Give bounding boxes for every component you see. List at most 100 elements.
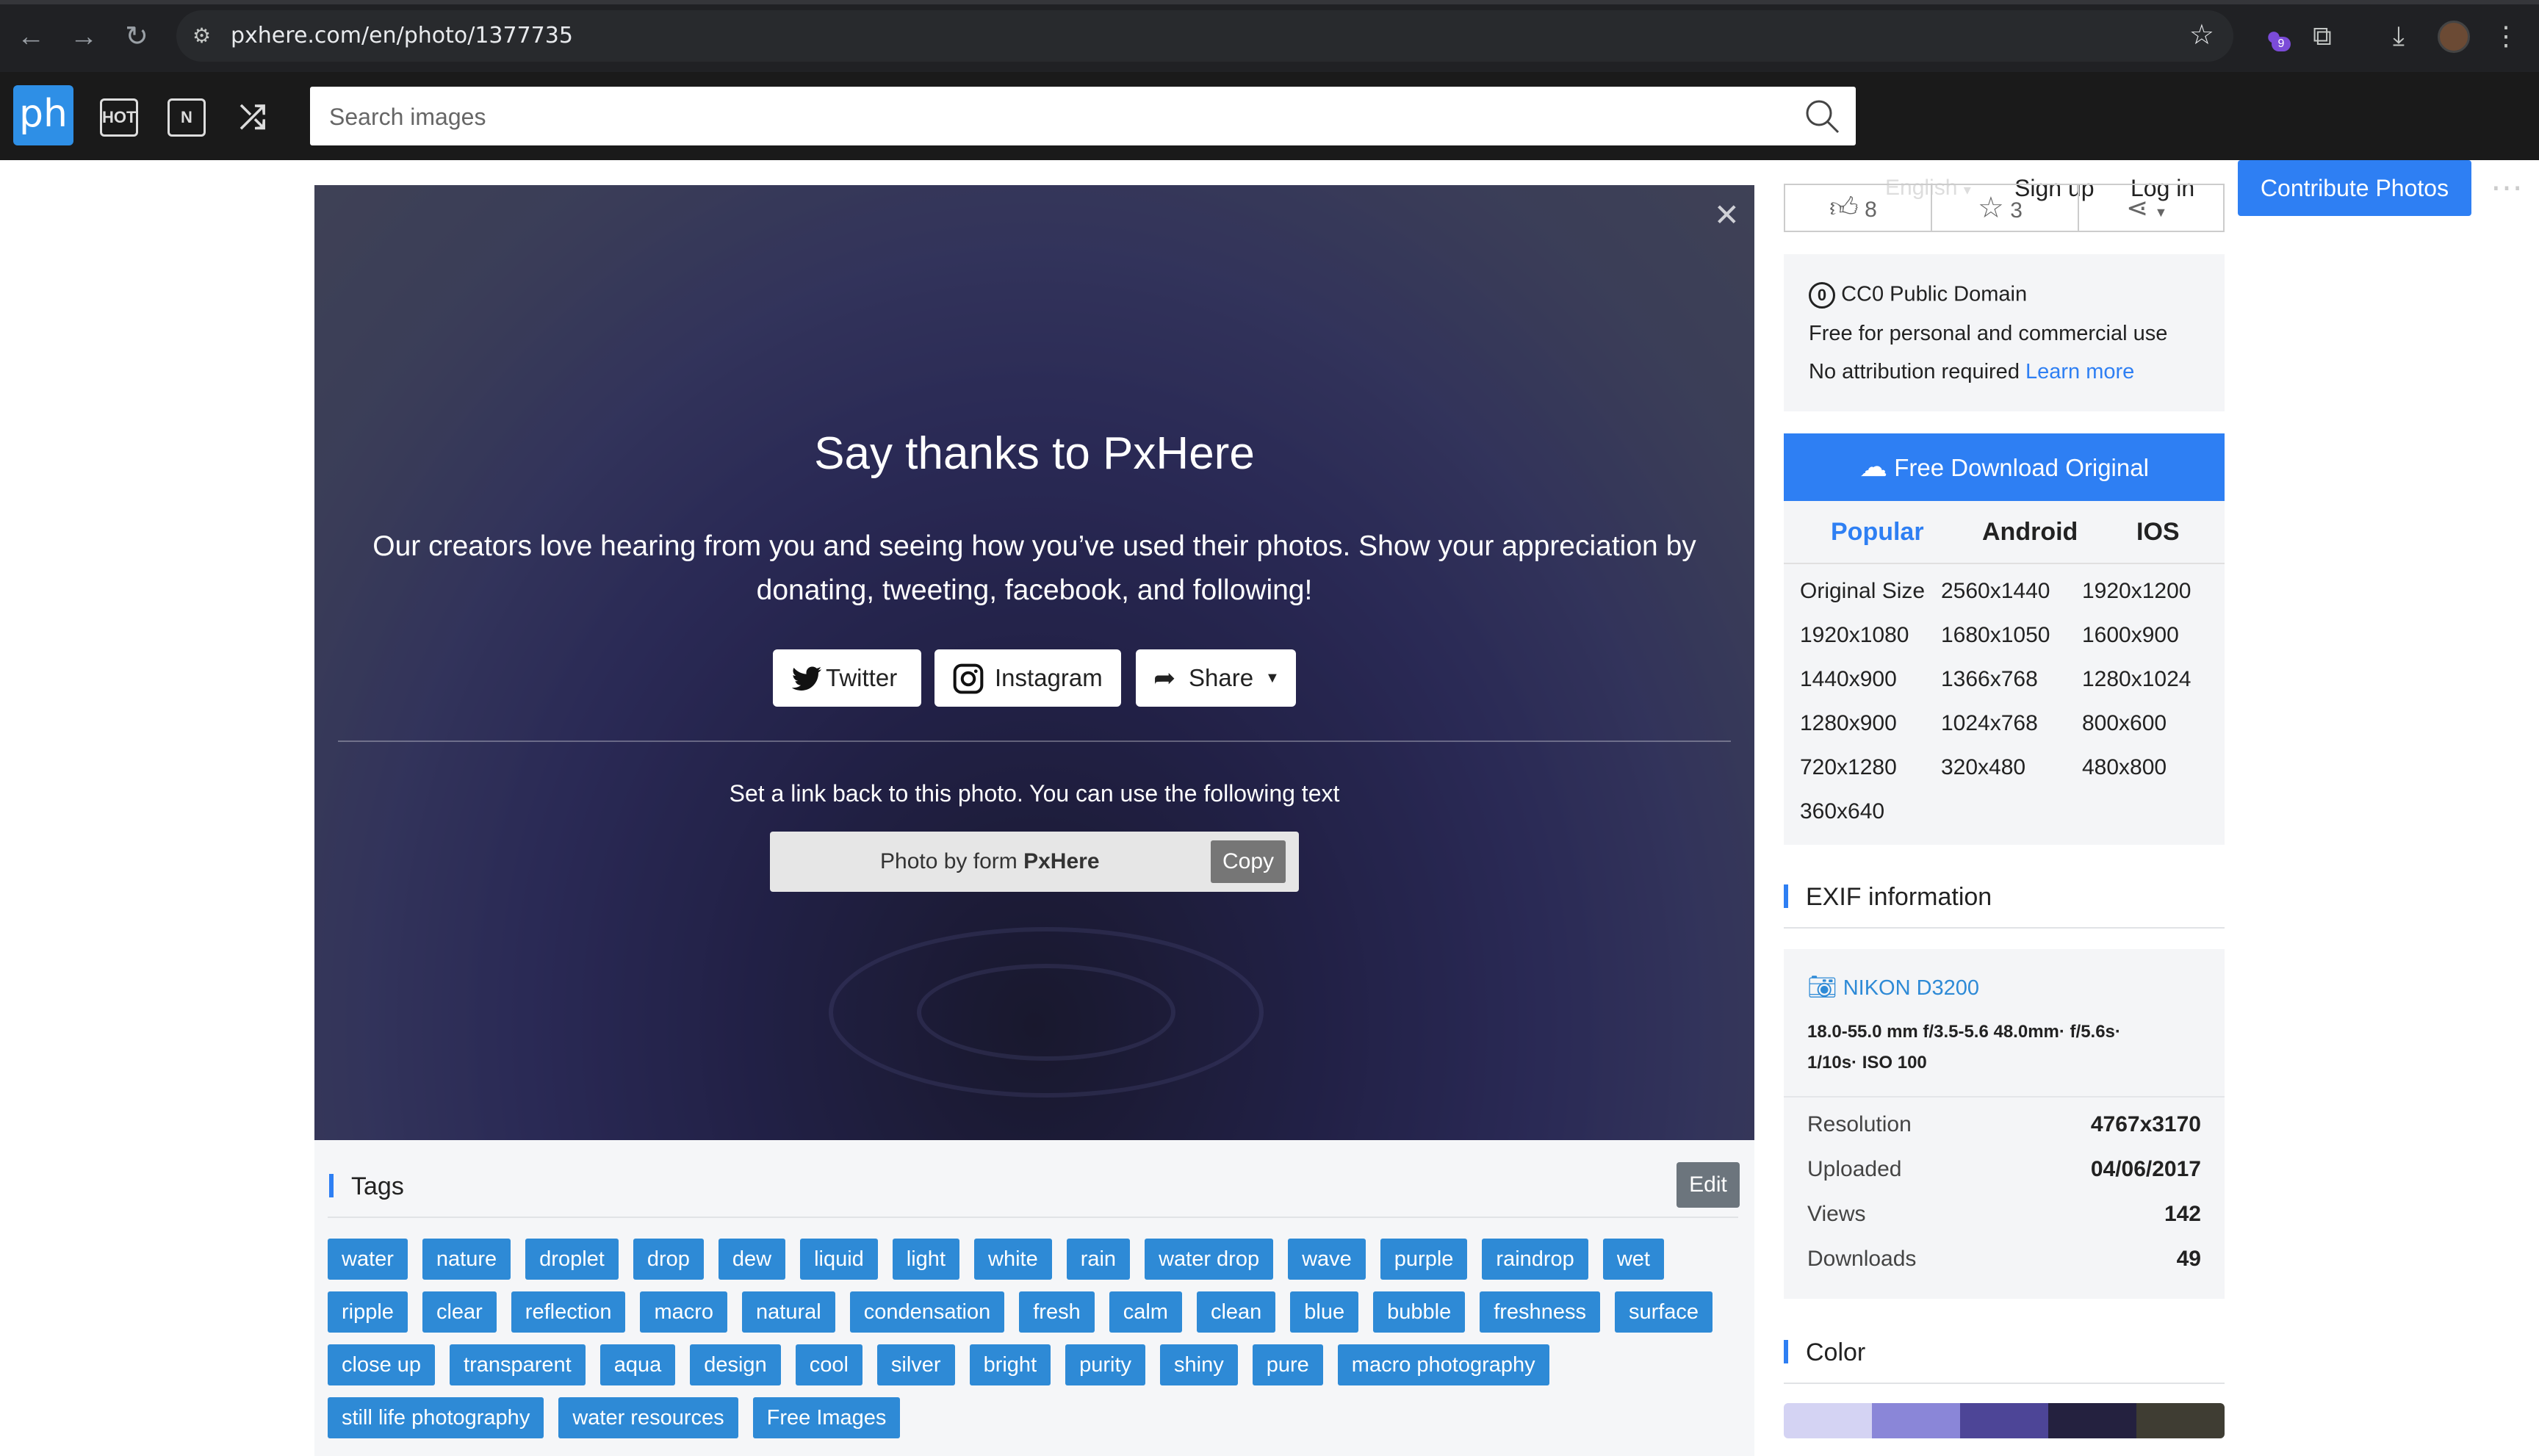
- tag-link[interactable]: silver: [876, 1344, 955, 1385]
- contribute-photos-button[interactable]: Contribute Photos: [2238, 160, 2471, 216]
- download-size-link[interactable]: 320x480: [1941, 755, 2025, 780]
- tag-link[interactable]: water: [328, 1239, 408, 1280]
- like-button[interactable]: 👍︎ 8: [1829, 185, 1877, 231]
- tag-link[interactable]: design: [690, 1344, 781, 1385]
- tag-link[interactable]: clear: [422, 1291, 497, 1333]
- download-size-link[interactable]: 720x1280: [1800, 755, 1897, 780]
- tag-link[interactable]: reflection: [511, 1291, 626, 1333]
- tag-link[interactable]: shiny: [1160, 1344, 1238, 1385]
- site-info-icon[interactable]: ⚙: [192, 25, 215, 47]
- tag-link[interactable]: wave: [1288, 1239, 1366, 1280]
- tag-link[interactable]: dew: [718, 1239, 786, 1280]
- tag-link[interactable]: calm: [1109, 1291, 1182, 1333]
- tag-link[interactable]: light: [892, 1239, 959, 1280]
- tag-link[interactable]: macro: [640, 1291, 728, 1333]
- favorite-button[interactable]: ☆ 3: [1978, 185, 2023, 231]
- search-input[interactable]: [328, 87, 1726, 147]
- tag-link[interactable]: drop: [633, 1239, 704, 1280]
- shuffle-icon[interactable]: ⤮: [234, 98, 272, 137]
- forward-icon[interactable]: →: [63, 16, 104, 57]
- camera-link[interactable]: 📷︎ NIKON D3200: [1807, 973, 1979, 1001]
- tag-link[interactable]: white: [974, 1239, 1052, 1280]
- download-size-link[interactable]: 1920x1080: [1800, 623, 1909, 648]
- tag-link[interactable]: pure: [1252, 1344, 1323, 1385]
- download-size-link[interactable]: 1280x900: [1800, 711, 1897, 736]
- tag-link[interactable]: aqua: [599, 1344, 676, 1385]
- share-dropdown-button[interactable]: ➦ Share ▼: [1136, 649, 1296, 707]
- download-size-link[interactable]: 1680x1050: [1941, 623, 2050, 648]
- tag-link[interactable]: water resources: [558, 1397, 738, 1438]
- download-size-link[interactable]: 800x600: [2082, 711, 2167, 736]
- share-menu-button[interactable]: ⋖ ▼: [2126, 185, 2167, 231]
- tag-link[interactable]: Free Images: [752, 1397, 901, 1438]
- tag-link[interactable]: bright: [969, 1344, 1051, 1385]
- tag-link[interactable]: water drop: [1145, 1239, 1274, 1280]
- download-size-link[interactable]: 1024x768: [1941, 711, 2038, 736]
- color-swatch[interactable]: [1872, 1403, 1960, 1438]
- tag-link[interactable]: ripple: [328, 1291, 408, 1333]
- download-size-link[interactable]: 2560x1440: [1941, 579, 2050, 604]
- tag-link[interactable]: cool: [795, 1344, 862, 1385]
- tag-link[interactable]: purple: [1380, 1239, 1468, 1280]
- search-icon[interactable]: [1803, 97, 1841, 135]
- back-icon[interactable]: ←: [10, 16, 51, 57]
- credit-text[interactable]: Photo by form PxHere: [880, 832, 1100, 892]
- browser-menu-icon[interactable]: ⋮: [2488, 18, 2524, 54]
- instagram-button[interactable]: Instagram: [934, 649, 1121, 707]
- color-swatch[interactable]: [1960, 1403, 2048, 1438]
- tag-link[interactable]: bubble: [1373, 1291, 1466, 1333]
- color-swatches: [1784, 1403, 2225, 1438]
- color-swatch[interactable]: [2136, 1403, 2225, 1438]
- learn-more-link[interactable]: Learn more: [2025, 360, 2134, 383]
- tag-link[interactable]: wet: [1602, 1239, 1664, 1280]
- tag-link[interactable]: blue: [1290, 1291, 1359, 1333]
- extension-icon[interactable]: ● 9: [2255, 18, 2292, 54]
- tab-android[interactable]: Android: [1982, 501, 2078, 563]
- url-text[interactable]: pxhere.com/en/photo/1377735: [231, 10, 573, 62]
- download-size-link[interactable]: 480x800: [2082, 755, 2167, 780]
- tag-link[interactable]: nature: [422, 1239, 511, 1280]
- tag-link[interactable]: still life photography: [328, 1397, 544, 1438]
- tag-link[interactable]: clean: [1196, 1291, 1276, 1333]
- tag-link[interactable]: surface: [1614, 1291, 1713, 1333]
- download-size-link[interactable]: Original Size: [1800, 579, 1925, 604]
- extensions-puzzle-icon[interactable]: ⧉: [2304, 18, 2341, 54]
- tag-link[interactable]: purity: [1065, 1344, 1146, 1385]
- twitter-button[interactable]: Twitter: [773, 649, 921, 707]
- copy-button[interactable]: Copy: [1211, 840, 1286, 883]
- instagram-label: Instagram: [995, 664, 1103, 691]
- download-size-link[interactable]: 1440x900: [1800, 667, 1897, 692]
- hot-icon[interactable]: HOT: [100, 98, 138, 137]
- download-size-link[interactable]: 1280x1024: [2082, 667, 2191, 692]
- new-icon[interactable]: N: [168, 98, 206, 137]
- tag-link[interactable]: freshness: [1480, 1291, 1600, 1333]
- reload-icon[interactable]: ↻: [116, 16, 157, 57]
- more-menu-icon[interactable]: ⋯: [2491, 159, 2523, 217]
- address-bar[interactable]: ⚙ pxhere.com/en/photo/1377735 ☆: [176, 10, 2233, 62]
- bookmark-star-icon[interactable]: ☆: [2189, 21, 2214, 50]
- tag-link[interactable]: fresh: [1019, 1291, 1095, 1333]
- tag-link[interactable]: close up: [328, 1344, 436, 1385]
- tag-link[interactable]: raindrop: [1482, 1239, 1588, 1280]
- profile-avatar[interactable]: [2438, 21, 2470, 53]
- color-swatch[interactable]: [1784, 1403, 1872, 1438]
- free-download-button[interactable]: ☁ Free Download Original: [1784, 433, 2225, 501]
- tag-link[interactable]: liquid: [800, 1239, 878, 1280]
- close-icon[interactable]: ✕: [1714, 197, 1740, 233]
- tab-ios[interactable]: IOS: [2136, 501, 2180, 563]
- download-size-link[interactable]: 1920x1200: [2082, 579, 2191, 604]
- tag-link[interactable]: droplet: [525, 1239, 619, 1280]
- download-size-link[interactable]: 1366x768: [1941, 667, 2038, 692]
- tag-link[interactable]: natural: [742, 1291, 835, 1333]
- download-size-link[interactable]: 1600x900: [2082, 623, 2179, 648]
- download-size-link[interactable]: 360x640: [1800, 799, 1884, 824]
- edit-tags-button[interactable]: Edit: [1677, 1162, 1740, 1208]
- tag-link[interactable]: macro photography: [1337, 1344, 1549, 1385]
- downloads-icon[interactable]: ⤓: [2380, 18, 2417, 54]
- tab-popular[interactable]: Popular: [1831, 501, 1924, 563]
- tag-link[interactable]: rain: [1066, 1239, 1131, 1280]
- tag-link[interactable]: condensation: [849, 1291, 1005, 1333]
- color-swatch[interactable]: [2048, 1403, 2136, 1438]
- tag-link[interactable]: transparent: [450, 1344, 586, 1385]
- pxhere-logo[interactable]: ph: [13, 85, 73, 145]
